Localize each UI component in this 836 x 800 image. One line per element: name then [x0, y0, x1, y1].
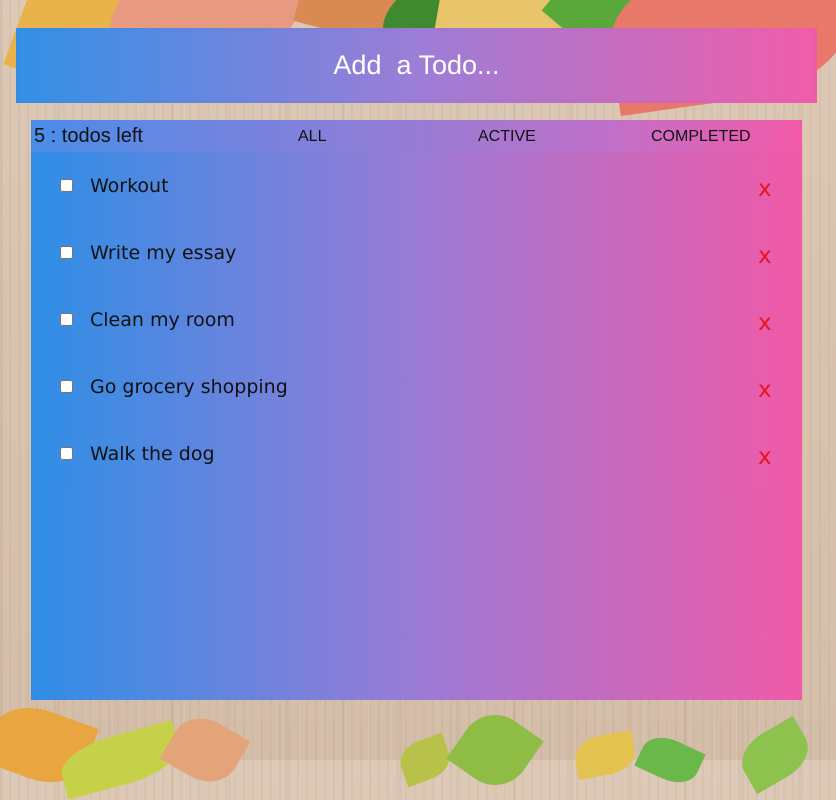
- filter-active-button[interactable]: ACTIVE: [478, 128, 536, 146]
- todo-item: Write my essay x: [34, 220, 799, 287]
- todo-checkbox[interactable]: [60, 380, 73, 393]
- todo-item: Walk the dog x: [34, 421, 799, 488]
- todo-checkbox[interactable]: [60, 313, 73, 326]
- filter-completed-button[interactable]: COMPLETED: [651, 128, 751, 146]
- todo-checkbox[interactable]: [60, 246, 73, 259]
- todos-left-count: 5 : todos left: [34, 125, 143, 147]
- todo-panel: 5 : todos left ALL ACTIVE COMPLETED Work…: [31, 120, 802, 700]
- add-todo-input[interactable]: [19, 31, 814, 100]
- todo-text: Walk the dog: [90, 443, 215, 465]
- delete-todo-button[interactable]: x: [758, 243, 772, 269]
- todo-text: Workout: [90, 175, 169, 197]
- delete-todo-button[interactable]: x: [758, 444, 772, 470]
- todo-item: Clean my room x: [34, 287, 799, 354]
- delete-todo-button[interactable]: x: [758, 377, 772, 403]
- delete-todo-button[interactable]: x: [758, 176, 772, 202]
- filter-all-button[interactable]: ALL: [298, 128, 326, 146]
- todo-list: Workout x Write my essay x Clean my room…: [34, 153, 799, 488]
- todo-text: Write my essay: [90, 242, 237, 264]
- todo-item: Workout x: [34, 153, 799, 220]
- todo-header: 5 : todos left ALL ACTIVE COMPLETED: [31, 120, 802, 152]
- todo-item: Go grocery shopping x: [34, 354, 799, 421]
- todo-text: Clean my room: [90, 309, 235, 331]
- todo-checkbox[interactable]: [60, 179, 73, 192]
- add-todo-box: [16, 28, 817, 103]
- delete-todo-button[interactable]: x: [758, 310, 772, 336]
- todo-text: Go grocery shopping: [90, 376, 288, 398]
- todo-checkbox[interactable]: [60, 447, 73, 460]
